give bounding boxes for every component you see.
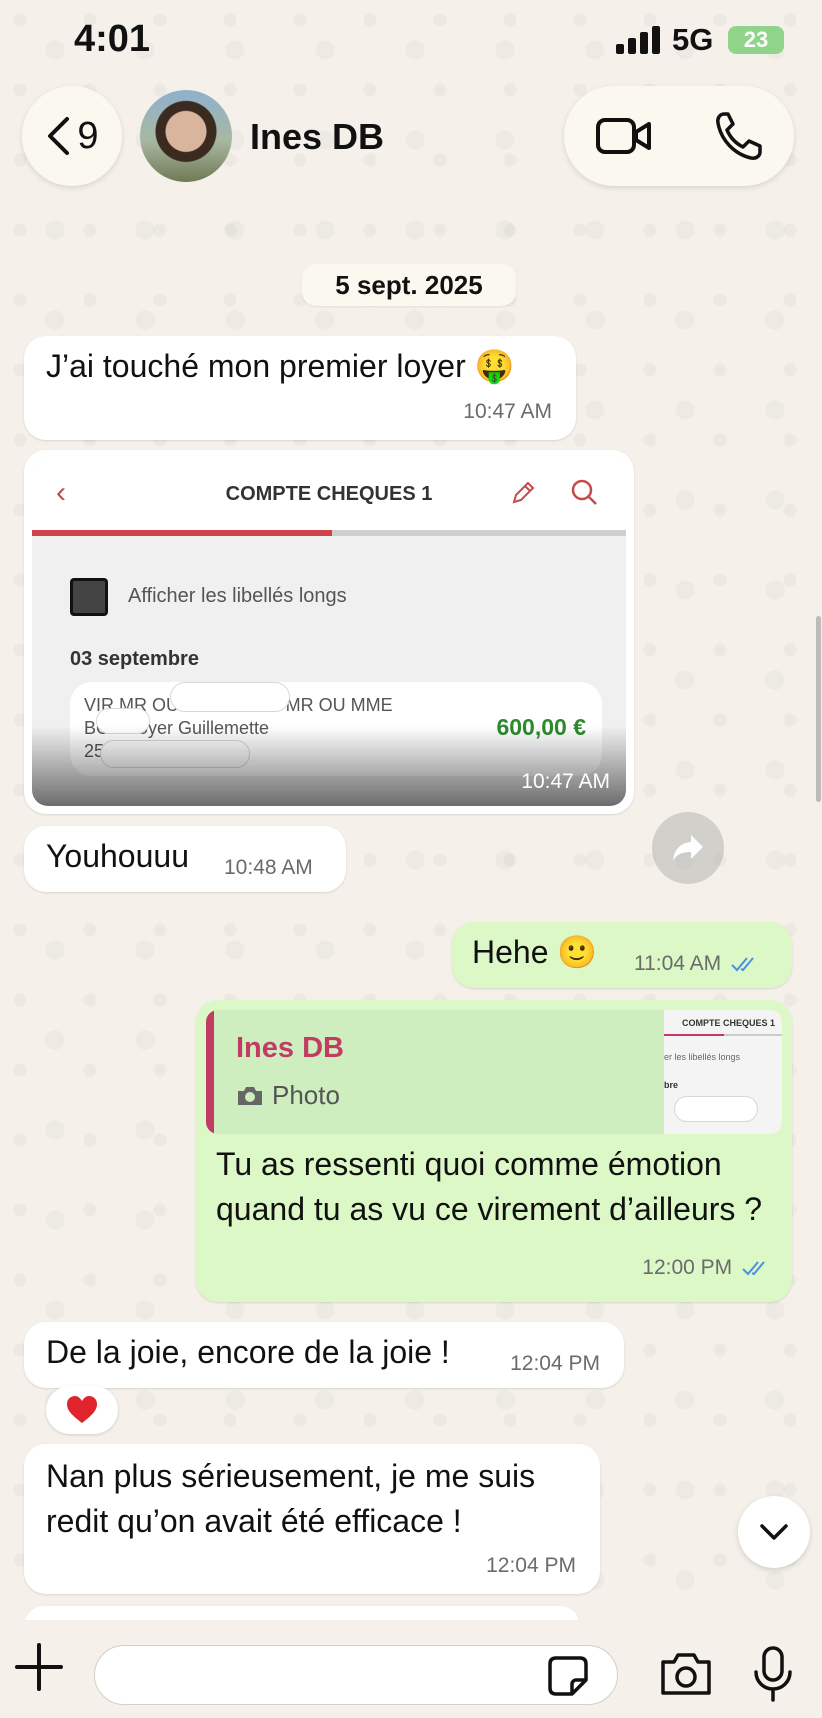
redaction-mark xyxy=(170,682,290,712)
reply-quote[interactable]: Ines DB Photo COMPTE CHEQUES 1 er les li… xyxy=(206,1010,782,1134)
scroll-to-bottom-button[interactable] xyxy=(738,1496,810,1568)
message-bubble-outgoing[interactable]: Hehe 🙂 11:04 AM xyxy=(452,922,792,988)
screenshot-title: COMPTE CHEQUES 1 xyxy=(225,483,433,505)
message-bubble-incoming[interactable] xyxy=(24,1606,580,1620)
message-bubble-incoming[interactable]: Youhouuu 10:48 AM xyxy=(24,826,346,892)
video-call-icon[interactable] xyxy=(596,112,652,160)
image-message[interactable]: ‹ COMPTE CHEQUES 1 Afficher les libellés… xyxy=(24,450,634,814)
screenshot-tab-indicator xyxy=(32,530,332,536)
screenshot-checkbox-label: Afficher les libellés longs xyxy=(128,585,347,607)
message-time: 12:00 PM xyxy=(642,1256,733,1279)
message-input[interactable] xyxy=(94,1645,618,1705)
quote-accent-bar xyxy=(206,1010,214,1134)
sticker-icon[interactable] xyxy=(548,1656,588,1696)
message-text: Tu as ressenti quoi comme émotion quand … xyxy=(216,1146,763,1227)
message-time: 12:04 PM xyxy=(486,1554,576,1577)
quote-thumbnail: COMPTE CHEQUES 1 er les libellés longs b… xyxy=(664,1010,782,1134)
composer-bar xyxy=(0,1620,822,1718)
shared-screenshot[interactable]: ‹ COMPTE CHEQUES 1 Afficher les libellés… xyxy=(32,458,626,806)
quote-type: Photo xyxy=(236,1080,340,1111)
redaction-mark xyxy=(674,1096,758,1122)
heart-icon xyxy=(67,1396,97,1423)
message-time-status: 12:00 PM xyxy=(642,1256,772,1280)
message-bubble-incoming[interactable]: J’ai touché mon premier loyer 🤑 10:47 AM xyxy=(24,336,576,440)
forward-button[interactable] xyxy=(652,812,724,884)
quote-label: Photo xyxy=(272,1080,340,1110)
message-time: 12:04 PM xyxy=(510,1352,600,1375)
status-time: 4:01 xyxy=(74,18,151,60)
thumbnail-indicator xyxy=(664,1034,724,1036)
chat-header: 9 Ines DB xyxy=(0,80,822,210)
message-time: 10:48 AM xyxy=(224,856,313,879)
quote-author: Ines DB xyxy=(236,1032,344,1064)
forward-icon xyxy=(673,835,703,861)
message-time: 10:47 AM xyxy=(463,400,552,423)
message-time: 11:04 AM xyxy=(634,952,722,975)
unread-count: 9 xyxy=(77,114,99,157)
cellular-signal-icon xyxy=(616,26,660,54)
message-text: J’ai touché mon premier loyer 🤑 xyxy=(46,348,515,384)
thumbnail-text: bre xyxy=(664,1080,679,1090)
status-bar: 4:01 5G 23 xyxy=(0,0,822,80)
plus-icon[interactable] xyxy=(14,1642,64,1692)
read-receipt-icon xyxy=(742,1261,765,1276)
message-text: Youhouuu xyxy=(46,838,189,874)
date-separator: 5 sept. 2025 xyxy=(302,264,516,306)
image-shade xyxy=(32,726,626,806)
thumbnail-title: COMPTE CHEQUES 1 xyxy=(682,1018,776,1028)
camera-icon xyxy=(238,1086,262,1105)
avatar[interactable] xyxy=(140,90,232,182)
message-bubble-outgoing[interactable]: Ines DB Photo COMPTE CHEQUES 1 er les li… xyxy=(196,1000,792,1302)
read-receipt-icon xyxy=(731,957,754,972)
message-time: 10:47 AM xyxy=(521,770,610,793)
thumbnail-text: er les libellés longs xyxy=(664,1052,741,1062)
pencil-icon xyxy=(512,481,535,504)
back-button[interactable]: 9 xyxy=(22,86,122,186)
contact-name[interactable]: Ines DB xyxy=(250,116,384,158)
message-text: De la joie, encore de la joie ! xyxy=(46,1334,450,1370)
search-icon xyxy=(571,479,597,505)
network-type: 5G xyxy=(672,22,714,57)
chevron-left-icon xyxy=(48,117,70,155)
chevron-down-icon xyxy=(760,1524,788,1540)
screenshot-date: 03 septembre xyxy=(70,648,199,670)
reaction-badge[interactable] xyxy=(46,1386,118,1434)
call-actions xyxy=(564,86,794,186)
message-bubble-incoming[interactable]: De la joie, encore de la joie ! 12:04 PM xyxy=(24,1322,624,1388)
battery-icon: 23 xyxy=(728,26,784,54)
scrollbar[interactable] xyxy=(816,616,821,802)
message-text: Nan plus sérieusement, je me suis redit … xyxy=(46,1458,536,1539)
battery-level: 23 xyxy=(743,27,769,52)
message-list[interactable]: 5 sept. 2025 J’ai touché mon premier loy… xyxy=(0,210,822,1620)
message-bubble-incoming[interactable]: Nan plus sérieusement, je me suis redit … xyxy=(24,1444,600,1594)
screenshot-checkbox xyxy=(70,578,108,616)
message-time-status: 11:04 AM xyxy=(634,952,761,976)
camera-icon[interactable] xyxy=(660,1650,712,1696)
message-text: Hehe 🙂 xyxy=(472,934,598,970)
microphone-icon[interactable] xyxy=(752,1646,794,1702)
voice-call-icon[interactable] xyxy=(714,110,762,162)
